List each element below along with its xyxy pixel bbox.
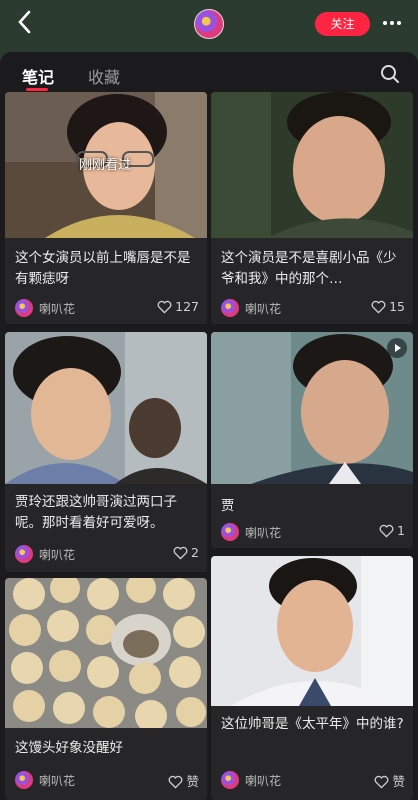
note-footer: 喇叭花 2 xyxy=(15,544,199,564)
more-button[interactable] xyxy=(378,11,406,37)
author-name: 喇叭花 xyxy=(39,548,76,562)
like-count: 15 xyxy=(389,299,405,314)
note-cover-image xyxy=(5,578,207,728)
like-count: 赞 xyxy=(392,774,405,789)
author-avatar xyxy=(15,299,33,317)
note-title: 这个演员是不是喜剧小品《少爷和我》中的那个… xyxy=(221,250,397,287)
note-card[interactable]: 贾玲还跟这帅哥演过两口子呢。那时看着好可爱呀。 喇叭花 2 xyxy=(5,332,207,572)
note-cover-image xyxy=(211,332,413,484)
note-footer: 喇叭花 15 xyxy=(221,298,405,318)
note-footer: 喇叭花 1 xyxy=(221,522,405,542)
author-name: 喇叭花 xyxy=(39,302,76,316)
chevron-left-icon xyxy=(18,10,31,34)
note-card[interactable]: 刚刚看过 这个女演员以前上嘴唇是不是有颗痣呀 喇叭花 127 xyxy=(5,92,207,324)
top-bar: 关注 xyxy=(0,0,418,50)
note-card[interactable]: 这馒头好象没醒好 喇叭花 赞 xyxy=(5,578,207,800)
recently-viewed-label: 刚刚看过 xyxy=(79,158,132,173)
note-footer: 喇叭花 赞 xyxy=(15,770,199,790)
play-icon xyxy=(395,344,401,352)
heart-icon xyxy=(375,775,389,789)
note-card[interactable]: 贾 喇叭花 1 xyxy=(211,332,413,548)
heart-icon xyxy=(169,775,183,789)
back-button[interactable] xyxy=(10,9,40,39)
search-icon[interactable] xyxy=(380,64,400,84)
author-avatar xyxy=(221,771,239,789)
author-name: 喇叭花 xyxy=(245,302,282,316)
note-card[interactable]: 这位帅哥是《太平年》中的谁? 喇叭花 赞 xyxy=(211,556,413,800)
author-name: 喇叭花 xyxy=(245,526,282,540)
tab-notes[interactable]: 笔记 xyxy=(22,64,54,88)
more-horizontal-icon xyxy=(383,21,401,25)
note-cover-image xyxy=(211,92,413,238)
heart-icon xyxy=(173,546,188,560)
note-footer: 喇叭花 赞 xyxy=(221,770,405,790)
like-count: 2 xyxy=(191,545,199,560)
like-count: 127 xyxy=(175,299,199,314)
note-title: 贾玲还跟这帅哥演过两口子呢。那时看着好可爱呀。 xyxy=(15,494,177,531)
author-avatar xyxy=(221,523,239,541)
heart-icon xyxy=(379,524,394,538)
follow-button[interactable]: 关注 xyxy=(315,12,370,36)
author-name: 喇叭花 xyxy=(39,774,76,788)
like-button[interactable]: 127 xyxy=(157,299,199,317)
tab-favorites[interactable]: 收藏 xyxy=(88,64,120,88)
note-title: 这个女演员以前上嘴唇是不是有颗痣呀 xyxy=(15,250,191,287)
active-tab-indicator xyxy=(26,88,48,91)
heart-icon xyxy=(371,300,386,314)
note-title: 这馒头好象没醒好 xyxy=(15,740,123,756)
video-badge xyxy=(387,338,407,358)
note-footer: 喇叭花 127 xyxy=(15,298,199,318)
author-avatar xyxy=(15,545,33,563)
user-avatar[interactable] xyxy=(194,9,224,39)
like-count: 赞 xyxy=(186,774,199,789)
author-avatar xyxy=(221,299,239,317)
like-button[interactable]: 1 xyxy=(379,523,405,541)
note-cover-image xyxy=(5,332,207,484)
like-button[interactable]: 15 xyxy=(371,299,405,317)
author-name: 喇叭花 xyxy=(245,774,282,788)
heart-icon xyxy=(157,300,172,314)
notes-panel: 笔记 收藏 刚刚看过 这个女演员以前上嘴唇是不是有颗痣呀 喇叭花 127 这个演… xyxy=(0,52,418,800)
author-avatar xyxy=(15,771,33,789)
note-title: 这位帅哥是《太平年》中的谁? xyxy=(221,716,404,732)
like-count: 1 xyxy=(397,523,405,538)
like-button[interactable]: 赞 xyxy=(168,771,199,789)
note-card[interactable]: 这个演员是不是喜剧小品《少爷和我》中的那个… 喇叭花 15 xyxy=(211,92,413,324)
note-title: 贾 xyxy=(221,498,235,514)
like-button[interactable]: 赞 xyxy=(374,771,405,789)
like-button[interactable]: 2 xyxy=(173,545,199,563)
tab-bar: 笔记 收藏 xyxy=(0,52,418,94)
note-cover-image xyxy=(211,556,413,706)
